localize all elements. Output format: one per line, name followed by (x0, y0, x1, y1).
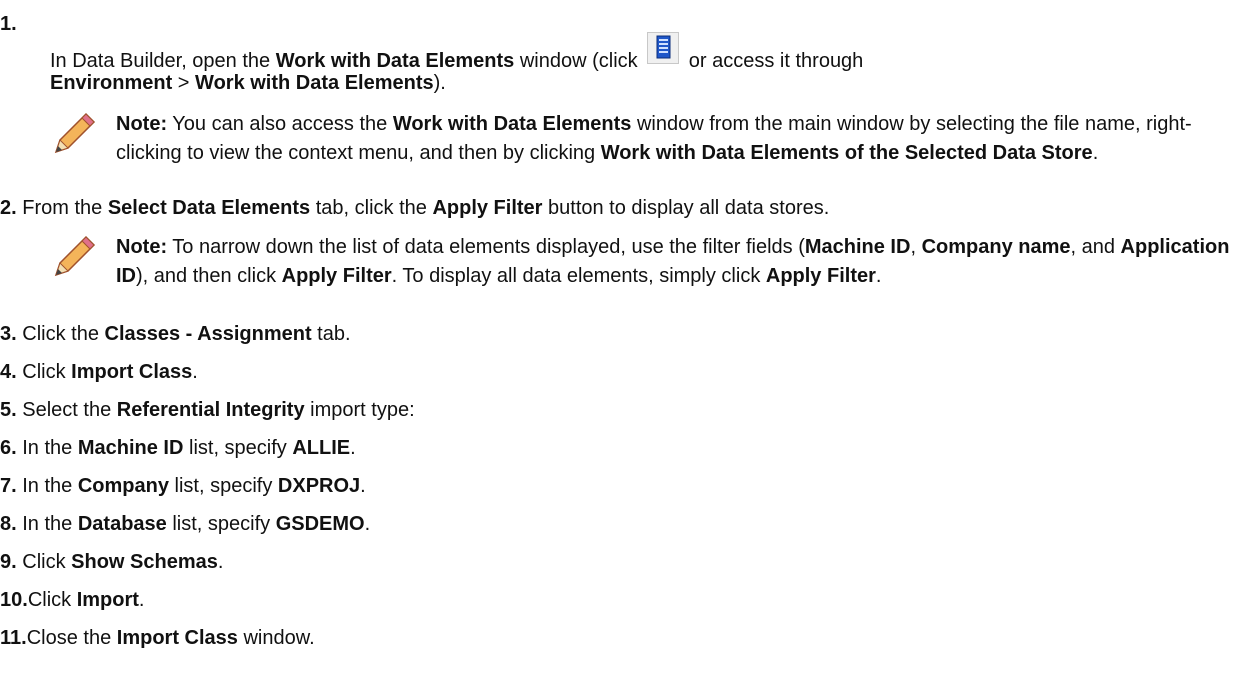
step-8: 8. In the Database list, specify GSDEMO. (0, 513, 371, 535)
note-label: Note: (116, 236, 168, 258)
step-7: 7. In the Company list, specify DXPROJ. (0, 475, 366, 497)
step-11: 11.Close the Import Class window. (0, 627, 315, 649)
pencil-note-icon (50, 110, 98, 158)
step-9: 9. Click Show Schemas. (0, 551, 224, 573)
step-number: 1. (0, 13, 17, 35)
data-elements-window-icon[interactable] (647, 32, 680, 64)
step-6: 6. In the Machine ID list, specify ALLIE… (0, 437, 356, 459)
note-label: Note: (116, 113, 168, 135)
step-1: 1. (0, 10, 17, 39)
step-3: 3. Click the Classes - Assignment tab. (0, 323, 351, 345)
step-2: 2. From the Select Data Elements tab, cl… (0, 197, 830, 219)
step-4: 4. Click Import Class. (0, 361, 198, 383)
step-1-text-cont: Environment > Work with Data Elements). (50, 72, 446, 94)
step-10: 10.Click Import. (0, 589, 145, 611)
step-5: 5. Select the Referential Integrity impo… (0, 399, 415, 421)
pencil-note-icon (50, 233, 98, 281)
